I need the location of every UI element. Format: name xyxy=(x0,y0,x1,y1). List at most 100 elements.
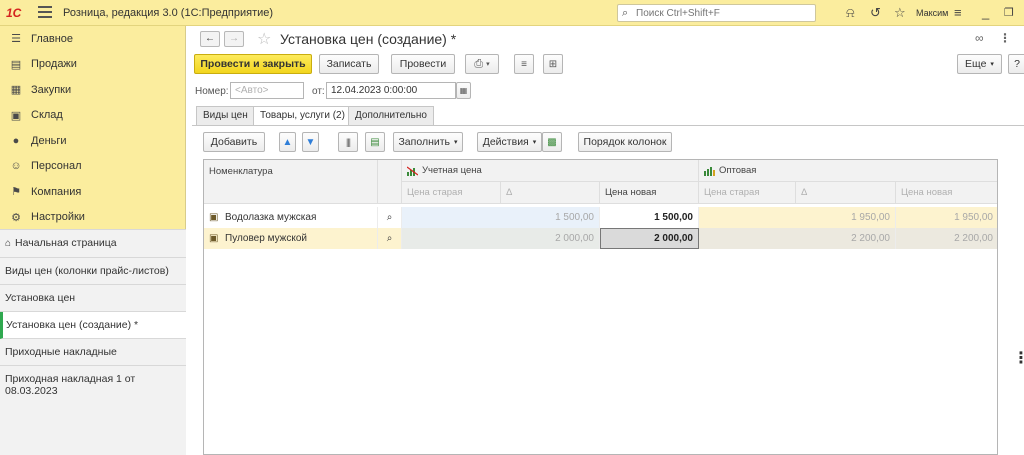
table-row[interactable]: ▣ Водолазка мужская ⌕ 1 500,00 1 500,00 1… xyxy=(204,207,997,228)
app-title: Розница, редакция 3.0 (1С:Предприятие) xyxy=(63,7,274,19)
sidebar-item-money[interactable]: ● Деньги xyxy=(0,128,185,154)
move-up-button[interactable]: ▲ xyxy=(279,132,296,152)
open-window-home[interactable]: ⌂ Начальная страница xyxy=(0,230,186,258)
export-excel-button[interactable]: ▩ xyxy=(542,132,562,152)
restore-window-icon[interactable]: ❐ xyxy=(1004,5,1014,21)
tab-price-types[interactable]: Виды цен xyxy=(196,106,255,125)
move-down-button[interactable]: ▼ xyxy=(302,132,319,152)
people-icon: ☺ xyxy=(10,160,22,173)
settings-menu-icon[interactable]: ≡ xyxy=(954,5,962,21)
search-icon: ⌕ xyxy=(622,7,629,19)
item-cell[interactable]: ▣ Водолазка мужская xyxy=(204,207,378,228)
bell-icon[interactable]: ⍾ xyxy=(846,5,855,21)
more-vertical-icon[interactable]: ⋮ xyxy=(1013,348,1024,368)
column-header-new-price[interactable]: Цена новая xyxy=(896,182,997,204)
sidebar-item-staff[interactable]: ☺ Персонал xyxy=(0,154,185,180)
tab-additional[interactable]: Дополнительно xyxy=(348,106,434,125)
document-journal-button[interactable]: ≡ xyxy=(514,54,534,74)
goods-table: Номенклатура Учетная цена Оптовая Цена с… xyxy=(203,159,998,455)
column-group-account-price[interactable]: Учетная цена xyxy=(402,160,699,182)
fill-button[interactable]: Заполнить ▾ xyxy=(393,132,463,152)
old-price-cell: 1 950,00 xyxy=(699,207,896,228)
open-window-item[interactable]: Приходная накладная 1 от 08.03.2023 xyxy=(0,366,186,404)
actions-button[interactable]: Действия ▾ xyxy=(477,132,542,152)
column-header-new-price[interactable]: Цена новая xyxy=(600,182,699,204)
new-price-cell-editing[interactable]: 2 000,00 xyxy=(600,228,699,249)
post-and-close-button[interactable]: Провести и закрыть xyxy=(194,54,312,74)
new-price-cell[interactable]: 1 500,00 xyxy=(600,207,699,228)
column-header-delta[interactable]: Δ xyxy=(501,182,600,204)
search-icon: ⌕ xyxy=(386,233,393,244)
item-name: Водолазка мужская xyxy=(225,212,317,223)
link-icon[interactable]: ∞ xyxy=(975,31,984,45)
calendar-button[interactable]: ▦ xyxy=(456,82,471,99)
save-button[interactable]: Записать xyxy=(319,54,379,74)
chevron-down-icon: ▾ xyxy=(454,139,458,146)
open-window-item-active[interactable]: Установка цен (создание) * xyxy=(0,312,186,339)
table-row-selected[interactable]: ▣ Пуловер мужской ⌕ 2 000,00 2 000,00 2 2… xyxy=(204,228,997,249)
chevron-down-icon: ▾ xyxy=(990,61,994,68)
printer-icon: ⎙ xyxy=(474,57,484,70)
date-label: от: xyxy=(312,86,325,97)
global-search[interactable]: ⌕ xyxy=(617,4,816,22)
structure-button[interactable]: ⊞ xyxy=(543,54,563,74)
page-title: Установка цен (создание) * xyxy=(280,31,457,47)
minimize-icon[interactable]: _ xyxy=(982,5,989,21)
new-price-cell[interactable]: 2 200,00 xyxy=(896,228,997,249)
open-window-item[interactable]: Приходные накладные xyxy=(0,339,186,366)
chevron-down-icon: ▾ xyxy=(486,61,490,68)
history-icon[interactable]: ↺ xyxy=(870,5,881,21)
item-search-button[interactable]: ⌕ xyxy=(378,228,402,249)
column-group-label: Учетная цена xyxy=(422,165,482,176)
item-cell[interactable]: ▣ Пуловер мужской xyxy=(204,228,378,249)
open-window-item[interactable]: Установка цен xyxy=(0,285,186,312)
add-row-button[interactable]: Добавить xyxy=(203,132,265,152)
open-window-label: Виды цен (колонки прайс-листов) xyxy=(5,265,169,277)
warehouse-icon: ▣ xyxy=(10,109,22,122)
column-group-wholesale[interactable]: Оптовая xyxy=(699,160,997,182)
number-field[interactable]: <Авто> xyxy=(230,82,304,99)
favorites-star-icon[interactable]: ☆ xyxy=(894,5,906,21)
price-chart-icon xyxy=(406,166,419,176)
sidebar-item-purchases[interactable]: ▦ Закупки xyxy=(0,77,185,103)
user-name[interactable]: Максим xyxy=(916,8,948,18)
item-name: Пуловер мужской xyxy=(225,233,308,244)
search-input[interactable] xyxy=(636,6,811,20)
date-field[interactable]: 12.04.2023 0:00:00 xyxy=(326,82,456,99)
sidebar-item-label: Закупки xyxy=(31,83,72,96)
actions-button-label: Действия xyxy=(482,136,529,148)
more-button[interactable]: Еще ▾ xyxy=(957,54,1002,74)
main-menu-icon[interactable] xyxy=(38,6,52,20)
sidebar-item-label: Деньги xyxy=(31,134,67,147)
item-search-button[interactable]: ⌕ xyxy=(378,207,402,228)
post-button[interactable]: Провести xyxy=(391,54,455,74)
more-button-label: Еще xyxy=(965,58,987,70)
column-group-label: Оптовая xyxy=(719,165,757,176)
tab-goods-services[interactable]: Товары, услуги (2) xyxy=(253,106,352,126)
open-window-item[interactable]: Виды цен (колонки прайс-листов) xyxy=(0,258,186,285)
sidebar-item-main[interactable]: ☰ Главное xyxy=(0,26,185,52)
favorite-star-icon[interactable]: ☆ xyxy=(257,29,271,49)
forward-button[interactable]: → xyxy=(224,31,244,47)
sidebar: ☰ Главное ▤ Продажи ▦ Закупки ▣ Склад ● … xyxy=(0,26,186,455)
open-window-label: Приходные накладные xyxy=(5,346,117,358)
column-header-old-price[interactable]: Цена старая xyxy=(402,182,501,204)
sidebar-item-company[interactable]: ⚑ Компания xyxy=(0,179,185,205)
sidebar-item-settings[interactable]: ⚙ Настройки xyxy=(0,205,185,231)
help-button[interactable]: ? xyxy=(1008,54,1024,74)
pick-button[interactable]: ▤ xyxy=(365,132,385,152)
product-box-icon: ▣ xyxy=(209,233,219,244)
sidebar-item-sales[interactable]: ▤ Продажи xyxy=(0,52,185,78)
column-header-old-price[interactable]: Цена старая xyxy=(699,182,796,204)
search-icon: ⌕ xyxy=(386,212,393,223)
column-header-item[interactable]: Номенклатура xyxy=(204,160,378,204)
table-icon: ▤ xyxy=(370,136,380,148)
back-button[interactable]: ← xyxy=(200,31,220,47)
more-vertical-icon[interactable]: ⋮ xyxy=(999,31,1011,45)
sidebar-item-warehouse[interactable]: ▣ Склад xyxy=(0,103,185,129)
column-order-button[interactable]: Порядок колонок xyxy=(578,132,672,152)
print-button[interactable]: ⎙ ▾ xyxy=(465,54,499,74)
barcode-button[interactable]: ||| xyxy=(338,132,358,152)
column-header-delta[interactable]: Δ xyxy=(796,182,896,204)
new-price-cell[interactable]: 1 950,00 xyxy=(896,207,997,228)
